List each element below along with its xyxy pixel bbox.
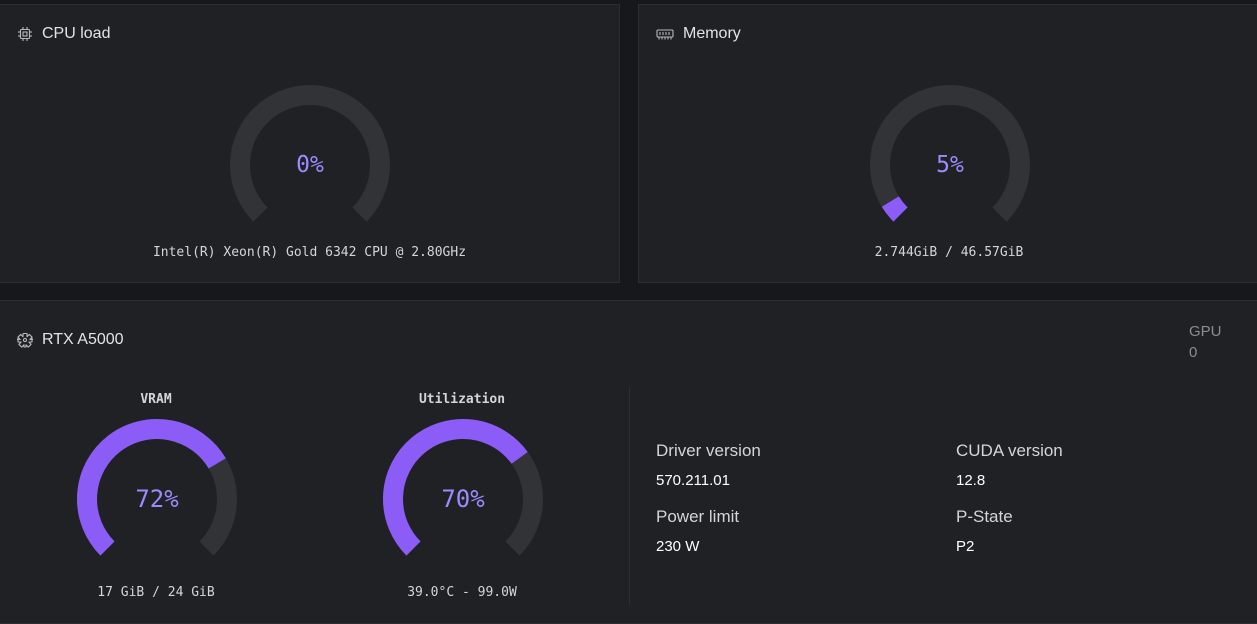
memory-card-title: Memory bbox=[683, 25, 741, 42]
power-limit-label: Power limit bbox=[656, 507, 740, 526]
utilization-gauge: 70% bbox=[379, 415, 547, 583]
memory-card: Memory 5% 2.744GiB / 46.57GiB bbox=[638, 4, 1257, 283]
utilization-temp-power-caption: 39.0°C - 99.0W bbox=[407, 585, 517, 600]
cuda-version-label: CUDA version bbox=[956, 441, 1063, 460]
power-limit-block: Power limit 230 W bbox=[656, 507, 739, 555]
driver-version-label: Driver version bbox=[656, 441, 761, 460]
memory-gauge: 5% bbox=[866, 81, 1034, 249]
gpu-index-text: GPU bbox=[1189, 323, 1222, 340]
vram-gauge-title: VRAM bbox=[140, 392, 172, 407]
cuda-version-value: 12.8 bbox=[956, 472, 986, 489]
memory-gauge-value: 5% bbox=[936, 152, 964, 178]
cpu-load-card: CPU load 0% Intel(R) Xeon(R) Gold 6342 C… bbox=[0, 4, 620, 283]
cpu-card-title: CPU load bbox=[42, 25, 111, 42]
cpu-gauge: 0% bbox=[226, 81, 394, 249]
utilization-gauge-value: 70% bbox=[441, 485, 485, 513]
gpu-card-title: RTX A5000 bbox=[42, 331, 124, 348]
cpu-gauge-value: 0% bbox=[296, 152, 324, 178]
p-state-block: P-State P2 bbox=[956, 507, 1013, 555]
driver-version-block: Driver version 570.211.01 bbox=[656, 441, 761, 489]
gpu-card-divider bbox=[629, 387, 630, 605]
gpu-index-label: GPU 0 bbox=[1189, 321, 1229, 363]
memory-card-header: Memory bbox=[656, 25, 741, 43]
vram-usage-caption: 17 GiB / 24 GiB bbox=[97, 585, 215, 600]
driver-version-value: 570.211.01 bbox=[656, 472, 730, 489]
gpu-card-header: RTX A5000 bbox=[17, 331, 124, 349]
cuda-version-block: CUDA version 12.8 bbox=[956, 441, 1063, 489]
gpu-index-number: 0 bbox=[1189, 344, 1198, 361]
p-state-label: P-State bbox=[956, 507, 1013, 526]
gpu-icon bbox=[17, 332, 33, 348]
cpu-model-caption: Intel(R) Xeon(R) Gold 6342 CPU @ 2.80GHz bbox=[152, 245, 467, 260]
power-limit-value: 230 W bbox=[656, 538, 700, 555]
gpu-card: RTX A5000 GPU 0 VRAM 72% 17 GiB / 24 GiB… bbox=[0, 300, 1257, 624]
vram-gauge-value: 72% bbox=[135, 485, 179, 513]
utilization-gauge-title: Utilization bbox=[418, 392, 506, 407]
cpu-icon bbox=[17, 26, 33, 42]
vram-gauge: 72% bbox=[73, 415, 241, 583]
p-state-value: P2 bbox=[956, 538, 975, 555]
memory-icon bbox=[656, 27, 674, 41]
cpu-card-header: CPU load bbox=[17, 25, 110, 43]
memory-usage-caption: 2.744GiB / 46.57GiB bbox=[874, 245, 1024, 260]
